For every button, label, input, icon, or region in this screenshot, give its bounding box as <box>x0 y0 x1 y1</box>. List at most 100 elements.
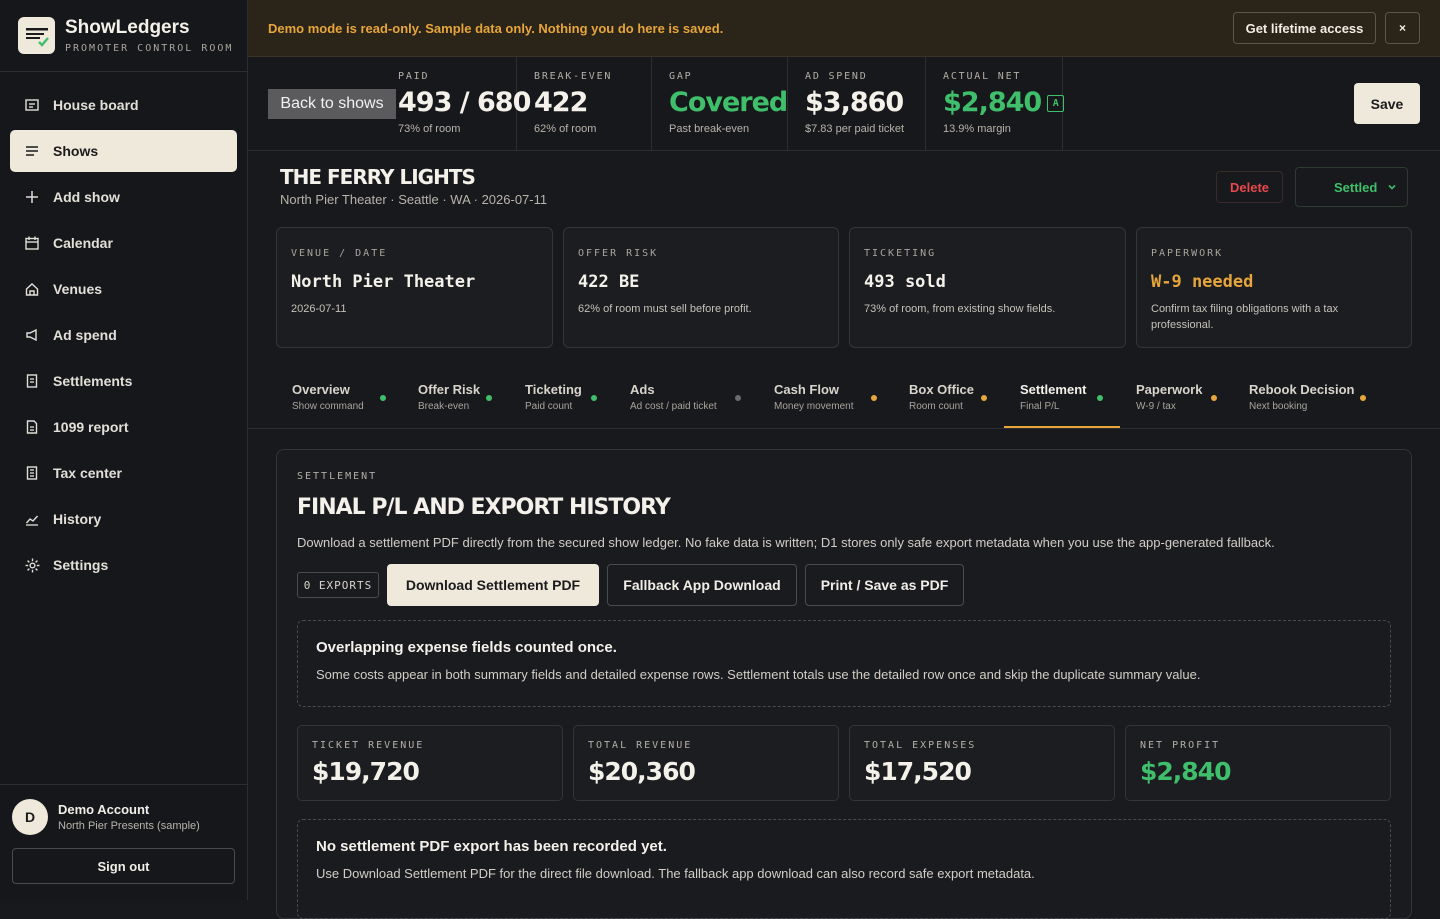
delete-button[interactable]: Delete <box>1216 171 1283 203</box>
tab-sub: Ad cost / paid ticket <box>630 401 717 412</box>
tab-paperwork[interactable]: Paperwork W-9 / tax <box>1136 372 1217 428</box>
brand[interactable]: ShowLedgers PROMOTER CONTROL ROOM <box>0 0 247 72</box>
sign-out-button[interactable]: Sign out <box>12 848 235 884</box>
sidebar-item-venues[interactable]: Venues <box>10 268 237 310</box>
grade-badge: A <box>1047 95 1065 112</box>
tab-sub: Money movement <box>774 401 854 412</box>
status-dot-icon <box>380 395 386 401</box>
show-stats-bar: Back to shows PAID 493 / 680 73% of room… <box>248 57 1440 151</box>
calendar-icon <box>24 235 40 251</box>
card-sub: 73% of room, from existing show fields. <box>864 303 1056 315</box>
tab-label: Cash Flow <box>774 382 840 397</box>
notice-title: Overlapping expense fields counted once. <box>316 639 617 656</box>
tab-sub: Room count <box>909 401 963 412</box>
sidebar-item-add-show[interactable]: Add show <box>10 176 237 218</box>
tab-label: Ticketing <box>525 382 582 397</box>
megaphone-icon <box>24 327 40 343</box>
stat-sub: Past break-even <box>669 123 750 135</box>
show-subtitle: North Pier Theater · Seattle · WA · 2026… <box>280 192 548 207</box>
status-dot-icon <box>871 395 877 401</box>
save-button[interactable]: Save <box>1354 83 1420 124</box>
tab-sub: Break-even <box>418 401 470 412</box>
stat-value: 493 / 680 <box>398 87 531 118</box>
download-settlement-pdf-button[interactable]: Download Settlement PDF <box>387 564 599 606</box>
card-value: 422 BE <box>578 272 640 292</box>
overlap-notice: Overlapping expense fields counted once.… <box>297 620 1391 707</box>
sidebar-item-settlements[interactable]: Settlements <box>10 360 237 402</box>
notice-body: Some costs appear in both summary fields… <box>316 667 1201 682</box>
tab-sub: W-9 / tax <box>1136 401 1176 412</box>
tab-offer-risk[interactable]: Offer Risk Break-even <box>418 372 492 428</box>
metric-value: $20,360 <box>588 757 696 786</box>
panel-description: Download a settlement PDF directly from … <box>297 535 1275 550</box>
metric-label: TOTAL REVENUE <box>588 740 693 751</box>
card-venue-date: VENUE / DATE North Pier Theater 2026-07-… <box>276 227 553 348</box>
status-dot-icon <box>1211 395 1217 401</box>
tab-sub: Final P/L <box>1020 401 1060 412</box>
stat-sub: 62% of room <box>534 123 597 135</box>
tab-ticketing[interactable]: Ticketing Paid count <box>525 372 597 428</box>
back-to-shows-button[interactable]: Back to shows <box>268 89 396 119</box>
brand-name: ShowLedgers <box>65 17 190 38</box>
sidebar-item-label: Ad spend <box>53 327 117 343</box>
section-tabs: Overview Show command Offer Risk Break-eve… <box>248 372 1440 429</box>
sidebar-item-label: Tax center <box>53 465 122 481</box>
tab-sub: Next booking <box>1249 401 1308 412</box>
sidebar-item-house-board[interactable]: House board <box>10 84 237 126</box>
status-dot-icon <box>981 395 987 401</box>
sidebar-item-ad-spend[interactable]: Ad spend <box>10 314 237 356</box>
status-dot-icon <box>591 395 597 401</box>
sidebar-item-settings[interactable]: Settings <box>10 544 237 586</box>
panel-title: FINAL P/L AND EXPORT HISTORY <box>297 495 671 520</box>
close-banner-button[interactable]: × <box>1385 12 1420 44</box>
list-icon <box>24 143 40 159</box>
sidebar-item-label: Settlements <box>53 373 133 389</box>
metric-value: $2,840 <box>1140 757 1231 786</box>
account-org: North Pier Presents (sample) <box>58 820 200 832</box>
tab-cash-flow[interactable]: Cash Flow Money movement <box>774 372 877 428</box>
gear-icon <box>24 557 40 573</box>
tab-label: Settlement <box>1020 382 1087 397</box>
fallback-app-download-button[interactable]: Fallback App Download <box>607 564 797 606</box>
ledger-icon <box>24 465 40 481</box>
demo-banner-text: Demo mode is read-only. Sample data only… <box>268 20 724 36</box>
sidebar-item-tax-center[interactable]: Tax center <box>10 452 237 494</box>
tab-rebook-decision[interactable]: Rebook Decision Next booking <box>1249 372 1366 428</box>
document-icon <box>24 419 40 435</box>
metric-value: $19,720 <box>312 757 420 786</box>
stat-label: PAID <box>398 71 430 82</box>
stat-ad-spend: AD SPEND $3,860 $7.83 per paid ticket <box>788 57 926 150</box>
status-dot-icon <box>735 395 741 401</box>
status-dot-icon <box>1360 395 1366 401</box>
sidebar-nav: House board Shows Add show Calendar Venu… <box>0 72 247 602</box>
tab-settlement[interactable]: Settlement Final P/L <box>1004 372 1120 428</box>
status-select[interactable]: Settled <box>1295 167 1408 207</box>
sidebar-item-calendar[interactable]: Calendar <box>10 222 237 264</box>
account-panel: D Demo Account North Pier Presents (samp… <box>0 784 247 900</box>
stat-actual-net: ACTUAL NET $2,840 A 13.9% margin <box>926 57 1065 150</box>
ledger-logo-icon <box>18 17 55 54</box>
sidebar-item-shows[interactable]: Shows <box>10 130 237 172</box>
sidebar-item-label: Venues <box>53 281 103 297</box>
sidebar-item-history[interactable]: History <box>10 498 237 540</box>
print-save-pdf-button[interactable]: Print / Save as PDF <box>805 564 964 606</box>
tab-overview[interactable]: Overview Show command <box>292 372 386 428</box>
panel-eyebrow: SETTLEMENT <box>297 471 378 482</box>
notice-body: Use Download Settlement PDF for the dire… <box>316 866 1035 881</box>
metric-total-revenue: TOTAL REVENUE $20,360 <box>573 725 839 801</box>
stat-value: $2,840 <box>943 87 1042 118</box>
card-label: OFFER RISK <box>578 248 659 259</box>
tab-label: Ads <box>630 382 655 397</box>
show-title: THE FERRY LIGHTS <box>280 165 476 189</box>
sidebar-item-1099-report[interactable]: 1099 report <box>10 406 237 448</box>
card-label: VENUE / DATE <box>291 248 388 259</box>
tab-box-office[interactable]: Box Office Room count <box>909 372 987 428</box>
demo-banner: Demo mode is read-only. Sample data only… <box>248 0 1440 57</box>
status-select-value: Settled <box>1334 179 1378 195</box>
card-paperwork: PAPERWORK W-9 needed Confirm tax filing … <box>1136 227 1412 348</box>
sidebar-item-label: History <box>53 511 102 527</box>
stat-value: Covered <box>669 87 788 118</box>
tab-ads[interactable]: Ads Ad cost / paid ticket <box>630 372 741 428</box>
get-lifetime-access-button[interactable]: Get lifetime access <box>1233 12 1376 44</box>
notice-title: No settlement PDF export has been record… <box>316 838 667 855</box>
